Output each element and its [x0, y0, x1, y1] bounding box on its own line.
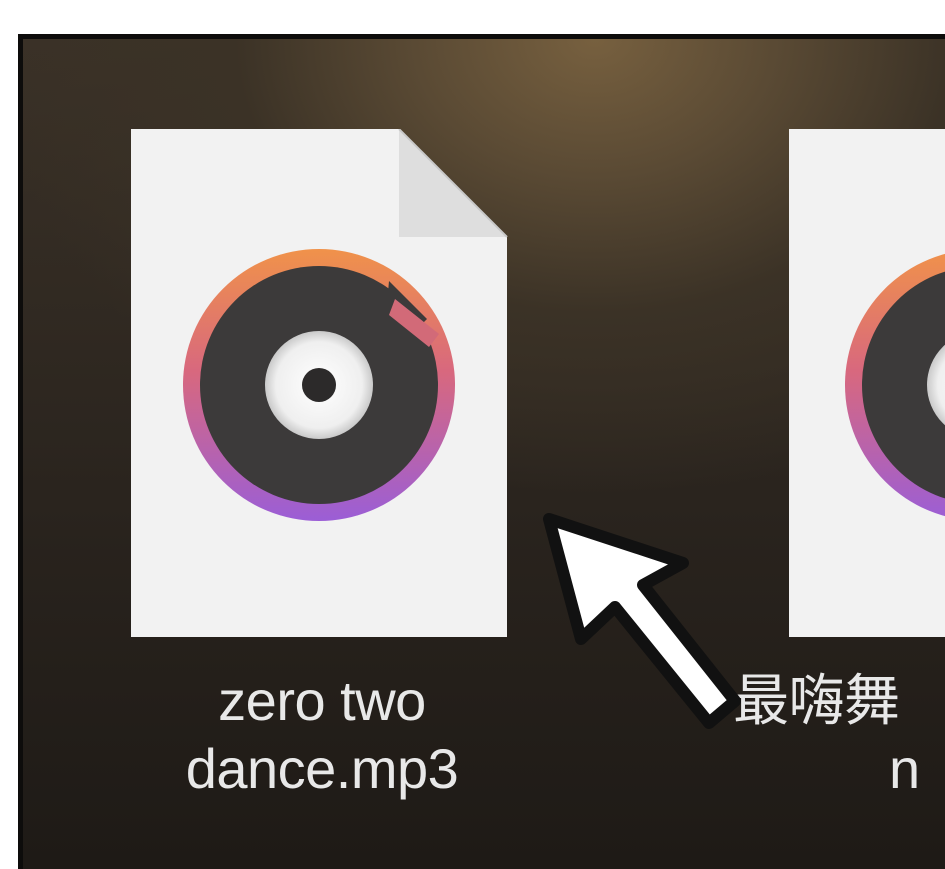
file-name-line-2: dance.mp3 [185, 737, 459, 800]
file-name-line-1: zero two [218, 669, 426, 732]
music-file-icon [789, 129, 945, 637]
file-name-line-1: 最嗨舞 [733, 669, 900, 732]
file-name-line-2: n [889, 737, 920, 800]
desktop-background[interactable]: zero two dance.mp3 最嗨舞 n [23, 39, 945, 869]
arrow-cursor-icon [543, 513, 741, 729]
file-item-second[interactable]: 最嗨舞 n [733, 129, 945, 829]
music-file-icon [131, 129, 508, 637]
file-item-zero-two-dance[interactable]: zero two dance.mp3 [127, 129, 547, 829]
desktop-frame: zero two dance.mp3 最嗨舞 n [18, 34, 945, 869]
